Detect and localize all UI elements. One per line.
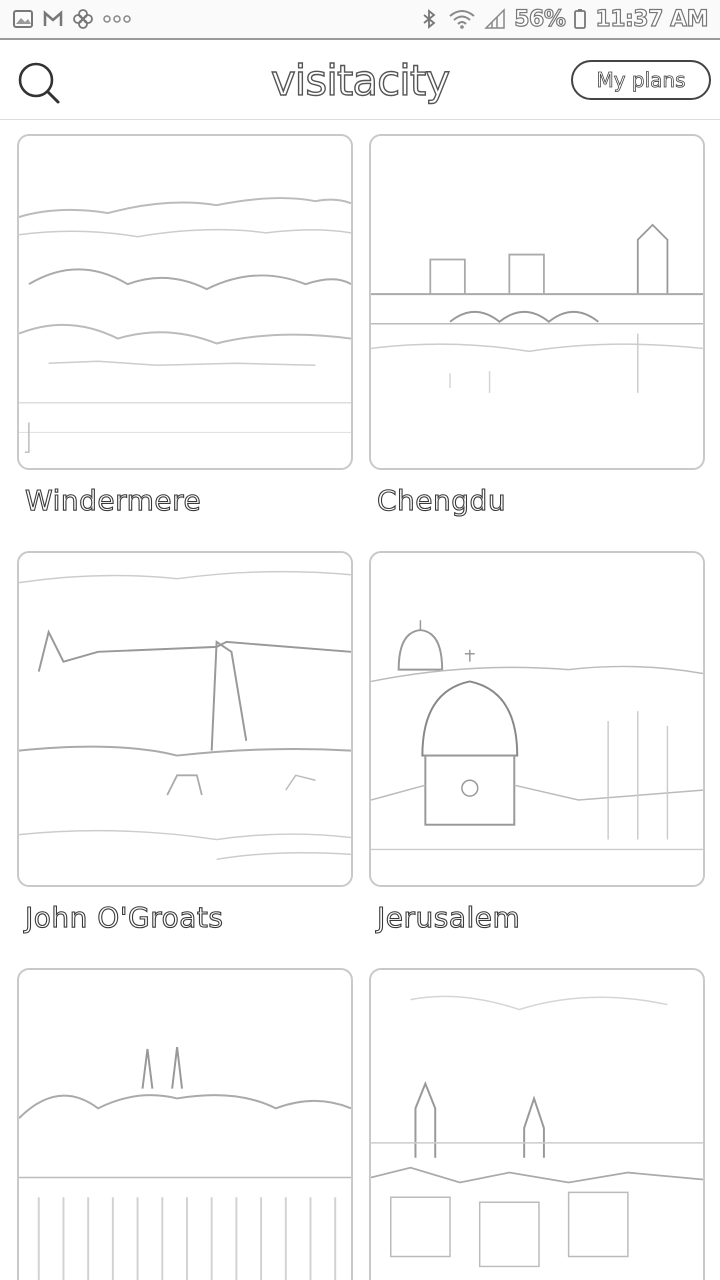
- wifi-icon: [448, 8, 476, 30]
- city-card-john-ogroats[interactable]: John O'Groats: [17, 551, 353, 935]
- city-card-jerusalem[interactable]: Jerusalem: [369, 551, 705, 935]
- app-header: visitacity My plans: [0, 42, 720, 120]
- gallery-icon: [12, 8, 34, 30]
- status-bar-left: [12, 8, 132, 30]
- my-plans-button[interactable]: My plans: [571, 60, 711, 100]
- bluetooth-icon: [418, 8, 440, 30]
- city-card-chengdu[interactable]: Chengdu: [369, 134, 705, 518]
- city-photo: [17, 551, 353, 887]
- city-photo: [369, 968, 705, 1280]
- city-name: John O'Groats: [24, 900, 224, 934]
- signal-icon: [484, 8, 506, 30]
- status-bar-right: 56% 11:37 AM: [418, 6, 709, 32]
- city-photo: [17, 134, 353, 470]
- city-card-windermere[interactable]: Windermere: [17, 134, 353, 518]
- flower-icon: [72, 8, 94, 30]
- more-dots-icon: [102, 8, 132, 30]
- city-photo: [369, 551, 705, 887]
- gmail-icon: [42, 8, 64, 30]
- city-photo: [369, 134, 705, 470]
- city-name: Chengdu: [376, 483, 507, 517]
- battery-icon: [573, 8, 587, 30]
- city-name: Windermere: [24, 483, 202, 517]
- clock: 11:37 AM: [595, 6, 709, 32]
- battery-percent: 56%: [514, 6, 567, 32]
- city-name: Jerusalem: [376, 900, 521, 934]
- city-card-6[interactable]: [369, 968, 705, 1280]
- city-photo: [17, 968, 353, 1280]
- status-bar: 56% 11:37 AM: [0, 0, 720, 40]
- city-card-5[interactable]: [17, 968, 353, 1280]
